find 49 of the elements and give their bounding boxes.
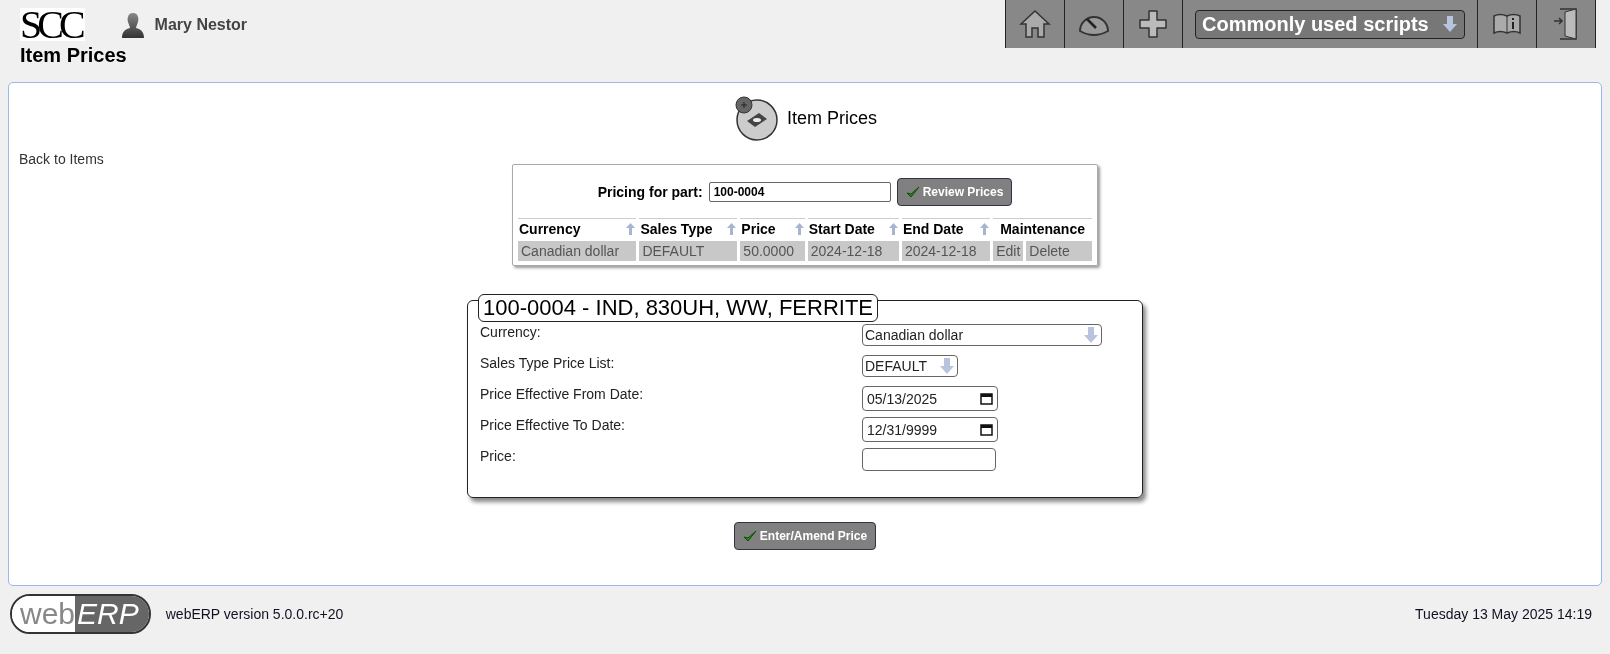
field-label: Price Effective To Date: (480, 417, 626, 433)
column-header[interactable]: End Date (902, 221, 964, 237)
money-icon (733, 95, 779, 141)
field-label: Sales Type Price List: (480, 355, 616, 371)
price-field[interactable] (862, 448, 996, 471)
check-icon (742, 529, 757, 543)
select-field[interactable]: Canadian dollar (862, 324, 1102, 346)
delete-link[interactable]: Delete (1026, 241, 1092, 261)
calendar-icon (980, 423, 993, 436)
edit-link[interactable]: Edit (993, 241, 1024, 261)
scripts-dropdown[interactable]: Commonly used scripts (1195, 9, 1465, 39)
select-field[interactable]: DEFAULT (862, 355, 958, 377)
table-cell: DEFAULT (639, 241, 738, 261)
calendar-icon (980, 392, 993, 405)
weberp-logo: webERP (10, 594, 151, 634)
column-header[interactable]: Currency (519, 221, 581, 237)
door-icon (1552, 7, 1580, 41)
date-field[interactable]: 05/13/2025 (862, 386, 998, 411)
user-name[interactable]: Mary Nestor (154, 15, 248, 34)
table-cell: 50.0000 (740, 241, 805, 261)
column-header[interactable]: Start Date (808, 221, 875, 237)
version-text: webERP version 5.0.0.rc+20 (165, 606, 344, 622)
page-heading: Item Prices (787, 107, 877, 129)
part-input[interactable]: 100-0004 (708, 182, 891, 202)
table-cell: 2024-12-18 (807, 241, 899, 261)
field-label: Currency: (480, 324, 542, 340)
date-time: Tuesday 13 May 2025 14:19 (1415, 606, 1592, 622)
arrow-down-icon (939, 357, 955, 375)
field-label: Price Effective From Date: (480, 386, 645, 402)
column-header[interactable]: Price (741, 221, 776, 237)
home-icon (1019, 8, 1051, 40)
page-title: Item Prices (20, 44, 128, 67)
back-link[interactable]: Back to Items (19, 151, 104, 167)
arrow-down-icon (1442, 15, 1458, 33)
date-field[interactable]: 12/31/9999 (862, 417, 998, 442)
enter-price-button[interactable]: Enter/Amend Price (733, 522, 877, 550)
column-header[interactable]: Sales Type (640, 221, 713, 237)
form-legend: 100-0004 - IND, 830UH, WW, FERRITE (478, 294, 878, 322)
table-cell: 2024-12-18 (901, 241, 991, 261)
book-icon (1492, 12, 1522, 36)
company-logo: SCC (20, 8, 85, 41)
column-header: Maintenance (1000, 221, 1085, 237)
review-prices-button[interactable]: Review Prices (896, 178, 1013, 206)
part-label: Pricing for part: (597, 184, 703, 200)
check-icon (905, 185, 920, 199)
plus-icon (1137, 8, 1169, 40)
arrow-down-icon (1083, 326, 1099, 344)
table-cell: Canadian dollar (518, 241, 637, 261)
field-label: Price: (480, 448, 517, 464)
